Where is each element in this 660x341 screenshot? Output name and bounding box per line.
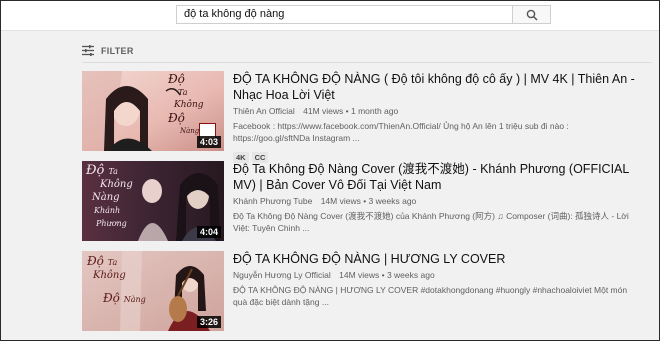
top-bar: độ ta không độ nàng [0, 0, 660, 31]
thumbnail-text: Phương [96, 219, 127, 228]
video-meta: Khánh Phương Tube 14M views • 3 weeks ag… [233, 196, 643, 207]
thumbnail-title-art: Độ Ta Không Độ Nàng [87, 255, 146, 306]
video-description: ĐỘ TA KHÔNG ĐỘ NÀNG | HƯƠNG LY COVER #do… [233, 285, 628, 307]
video-thumbnail[interactable]: Độ Ta Không Độ Nàng 4:03 [82, 71, 224, 151]
thumbnail-text: Nàng [123, 295, 146, 304]
thumbnail-text: Độ [87, 254, 104, 268]
search-input[interactable]: độ ta không độ nàng [176, 5, 513, 24]
video-stats: 41M views • 1 month ago [303, 106, 399, 116]
thumbnail-text: Ta [178, 88, 188, 97]
video-description: Độ Ta Không Độ Nàng Cover (渡我不渡她) của Kh… [233, 211, 629, 233]
channel-name[interactable]: Nguyễn Hương Ly Official [233, 270, 331, 280]
thumbnail-text: Nàng [92, 192, 120, 203]
video-duration: 4:03 [196, 136, 221, 148]
thumbnail-text: Khánh [94, 206, 121, 215]
video-meta: Nguyễn Hương Ly Official 14M views • 3 w… [233, 270, 643, 281]
video-duration: 4:04 [196, 226, 221, 238]
thumbnail-text: Không [100, 179, 133, 190]
video-result[interactable]: Độ Ta Không Độ Nàng 4:03 ĐỘ TA KHÔNG ĐỘ … [82, 71, 652, 163]
video-title[interactable]: ĐỘ TA KHÔNG ĐỘ NÀNG ( Độ tôi không độ cô… [233, 71, 643, 103]
video-duration: 3:26 [196, 316, 221, 328]
thumbnail-text: Độ [86, 163, 105, 178]
search-button[interactable] [513, 5, 551, 24]
thumbnail-text: Độ [168, 72, 185, 86]
filter-label: FILTER [101, 46, 134, 56]
channel-name[interactable]: Thiên An Official [233, 106, 295, 116]
video-thumbnail[interactable]: Độ Ta Không Độ Nàng 3:26 [82, 251, 224, 331]
video-meta: Thiên An Official 41M views • 1 month ag… [233, 106, 643, 117]
channel-name[interactable]: Khánh Phương Tube [233, 196, 312, 206]
video-stats: 14M views • 3 weeks ago [320, 196, 417, 206]
search-icon [526, 9, 538, 21]
video-description: Facebook : https://www.facebook.com/Thie… [233, 121, 569, 143]
thumbnail-text: Không [93, 270, 126, 281]
video-stats: 14M views • 3 weeks ago [339, 270, 435, 280]
thumbnail-title-art: Độ Ta Không Nàng Khánh Phương [86, 164, 133, 230]
filter-icon [82, 45, 94, 56]
video-title[interactable]: Độ Ta Không Độ Nàng Cover (渡我不渡她) - Khán… [233, 161, 643, 193]
divider [82, 62, 652, 63]
thumbnail-text: Ta [108, 167, 118, 176]
video-result[interactable]: Độ Ta Không Độ Nàng 3:26 ĐỘ TA KHÔNG ĐỘ … [82, 251, 652, 331]
thumbnail-text: Ta [107, 258, 118, 267]
video-thumbnail[interactable]: Độ Ta Không Nàng Khánh Phương 4:04 [82, 161, 224, 241]
video-result[interactable]: Độ Ta Không Nàng Khánh Phương 4:04 Độ Ta… [82, 161, 652, 241]
video-title[interactable]: ĐỘ TA KHÔNG ĐỘ NÀNG | HƯƠNG LY COVER [233, 251, 643, 267]
thumbnail-text: Độ [103, 291, 120, 305]
